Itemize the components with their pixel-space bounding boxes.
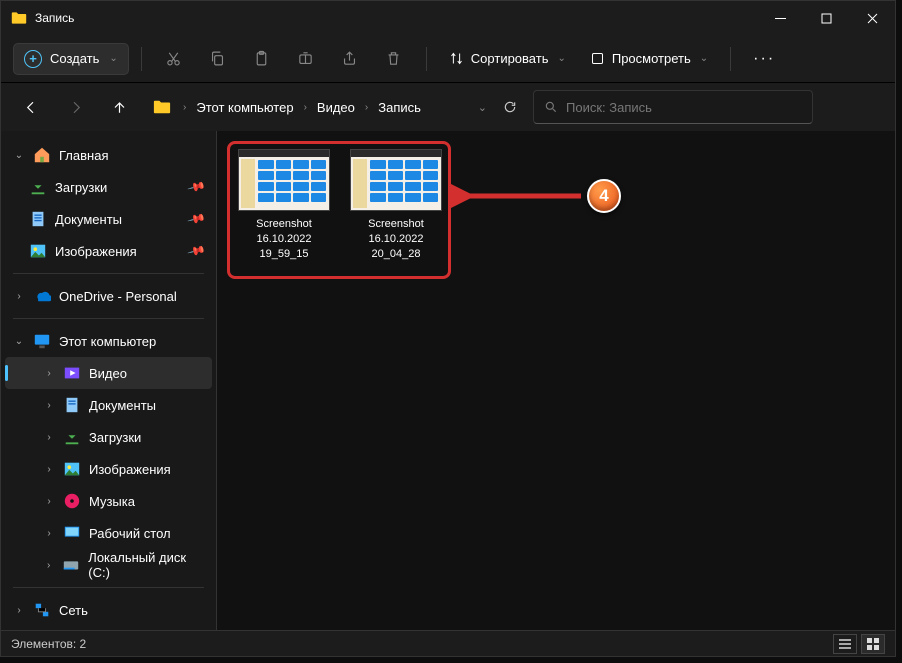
file-name: Screenshot16.10.202219_59_15 <box>256 217 312 262</box>
maximize-button[interactable] <box>803 1 849 35</box>
details-view-button[interactable] <box>833 634 857 654</box>
pin-icon: 📌 <box>187 241 207 261</box>
navbar: › Этот компьютер › Видео › Запись ⌄ Поис… <box>1 83 895 131</box>
sidebar-item-onedrive[interactable]: ›OneDrive - Personal <box>5 280 212 312</box>
sidebar-item-downloads2[interactable]: ›Загрузки <box>5 421 212 453</box>
sidebar-item-downloads[interactable]: Загрузки📌 <box>5 171 212 203</box>
file-thumbnail <box>238 149 330 211</box>
sidebar-item-network[interactable]: ›Сеть <box>5 594 212 626</box>
file-pane[interactable]: Screenshot16.10.202219_59_15 Screenshot1… <box>217 131 895 630</box>
search-input[interactable]: Поиск: Запись <box>533 90 813 124</box>
view-button[interactable]: Просмотреть ⌄ <box>580 45 718 72</box>
item-count: Элементов: 2 <box>11 637 86 651</box>
sidebar-item-home[interactable]: ⌄Главная <box>5 139 212 171</box>
chevron-down-icon: ⌄ <box>557 53 565 64</box>
window-title: Запись <box>35 11 757 25</box>
desktop-icon <box>63 524 81 542</box>
minimize-button[interactable] <box>757 1 803 35</box>
download-icon <box>63 428 81 446</box>
titlebar: Запись <box>1 1 895 35</box>
file-item[interactable]: Screenshot16.10.202219_59_15 <box>235 149 333 262</box>
body: ⌄Главная Загрузки📌 Документы📌 Изображени… <box>1 131 895 630</box>
refresh-icon[interactable] <box>503 100 517 114</box>
search-placeholder: Поиск: Запись <box>566 100 652 115</box>
pin-icon: 📌 <box>187 177 207 197</box>
close-button[interactable] <box>849 1 895 35</box>
sidebar-item-music[interactable]: ›Музыка <box>5 485 212 517</box>
onedrive-icon <box>33 287 51 305</box>
sort-icon <box>449 51 464 66</box>
paste-button[interactable] <box>242 41 282 77</box>
sidebar-item-desktop[interactable]: ›Рабочий стол <box>5 517 212 549</box>
pin-icon: 📌 <box>187 209 207 229</box>
chevron-down-icon: ⌄ <box>109 53 117 64</box>
sidebar: ⌄Главная Загрузки📌 Документы📌 Изображени… <box>1 131 217 630</box>
view-icon <box>590 51 605 66</box>
file-thumbnail <box>350 149 442 211</box>
address-bar[interactable]: › Этот компьютер › Видео › Запись ⌄ <box>145 90 525 124</box>
breadcrumb[interactable]: Этот компьютер <box>194 96 295 119</box>
disk-icon <box>62 556 80 574</box>
breadcrumb[interactable]: Видео <box>315 96 357 119</box>
music-icon <box>63 492 81 510</box>
cut-button[interactable] <box>154 41 194 77</box>
separator <box>141 47 142 71</box>
sort-label: Сортировать <box>471 51 549 66</box>
folder-icon <box>11 11 27 25</box>
sidebar-item-video[interactable]: ›Видео <box>5 357 212 389</box>
back-button[interactable] <box>13 89 49 125</box>
sidebar-item-documents[interactable]: Документы📌 <box>5 203 212 235</box>
home-icon <box>33 146 51 164</box>
sidebar-item-pictures2[interactable]: ›Изображения <box>5 453 212 485</box>
sidebar-item-localdisk[interactable]: ›Локальный диск (C:) <box>5 549 212 581</box>
delete-button[interactable] <box>374 41 414 77</box>
thumbnails-view-button[interactable] <box>861 634 885 654</box>
sort-button[interactable]: Сортировать ⌄ <box>439 45 576 72</box>
pc-icon <box>33 332 51 350</box>
document-icon <box>29 210 47 228</box>
file-name: Screenshot16.10.202220_04_28 <box>368 217 424 262</box>
chevron-down-icon: ⌄ <box>700 53 708 64</box>
new-button[interactable]: + Создать ⌄ <box>13 43 129 75</box>
picture-icon <box>63 460 81 478</box>
network-icon <box>33 601 51 619</box>
toolbar: + Создать ⌄ Сортировать ⌄ Просмотреть ⌄ … <box>1 35 895 83</box>
separator <box>730 47 731 71</box>
picture-icon <box>29 242 47 260</box>
rename-button[interactable] <box>286 41 326 77</box>
new-label: Создать <box>50 51 99 66</box>
document-icon <box>63 396 81 414</box>
more-button[interactable]: ··· <box>743 50 785 68</box>
search-icon <box>544 100 558 114</box>
up-button[interactable] <box>101 89 137 125</box>
annotation-badge: 4 <box>587 179 621 213</box>
forward-button[interactable] <box>57 89 93 125</box>
breadcrumb[interactable]: Запись <box>376 96 423 119</box>
copy-button[interactable] <box>198 41 238 77</box>
statusbar: Элементов: 2 <box>1 630 895 656</box>
download-icon <box>29 178 47 196</box>
video-icon <box>63 364 81 382</box>
plus-icon: + <box>24 50 42 68</box>
separator <box>426 47 427 71</box>
explorer-window: Запись + Создать ⌄ Сортировать ⌄ Просмот… <box>0 0 896 657</box>
file-item[interactable]: Screenshot16.10.202220_04_28 <box>347 149 445 262</box>
sidebar-item-pictures[interactable]: Изображения📌 <box>5 235 212 267</box>
share-button[interactable] <box>330 41 370 77</box>
sidebar-item-documents2[interactable]: ›Документы <box>5 389 212 421</box>
sidebar-item-thispc[interactable]: ⌄Этот компьютер <box>5 325 212 357</box>
folder-icon <box>153 99 171 115</box>
view-label: Просмотреть <box>612 51 691 66</box>
chevron-down-icon[interactable]: ⌄ <box>478 101 487 114</box>
